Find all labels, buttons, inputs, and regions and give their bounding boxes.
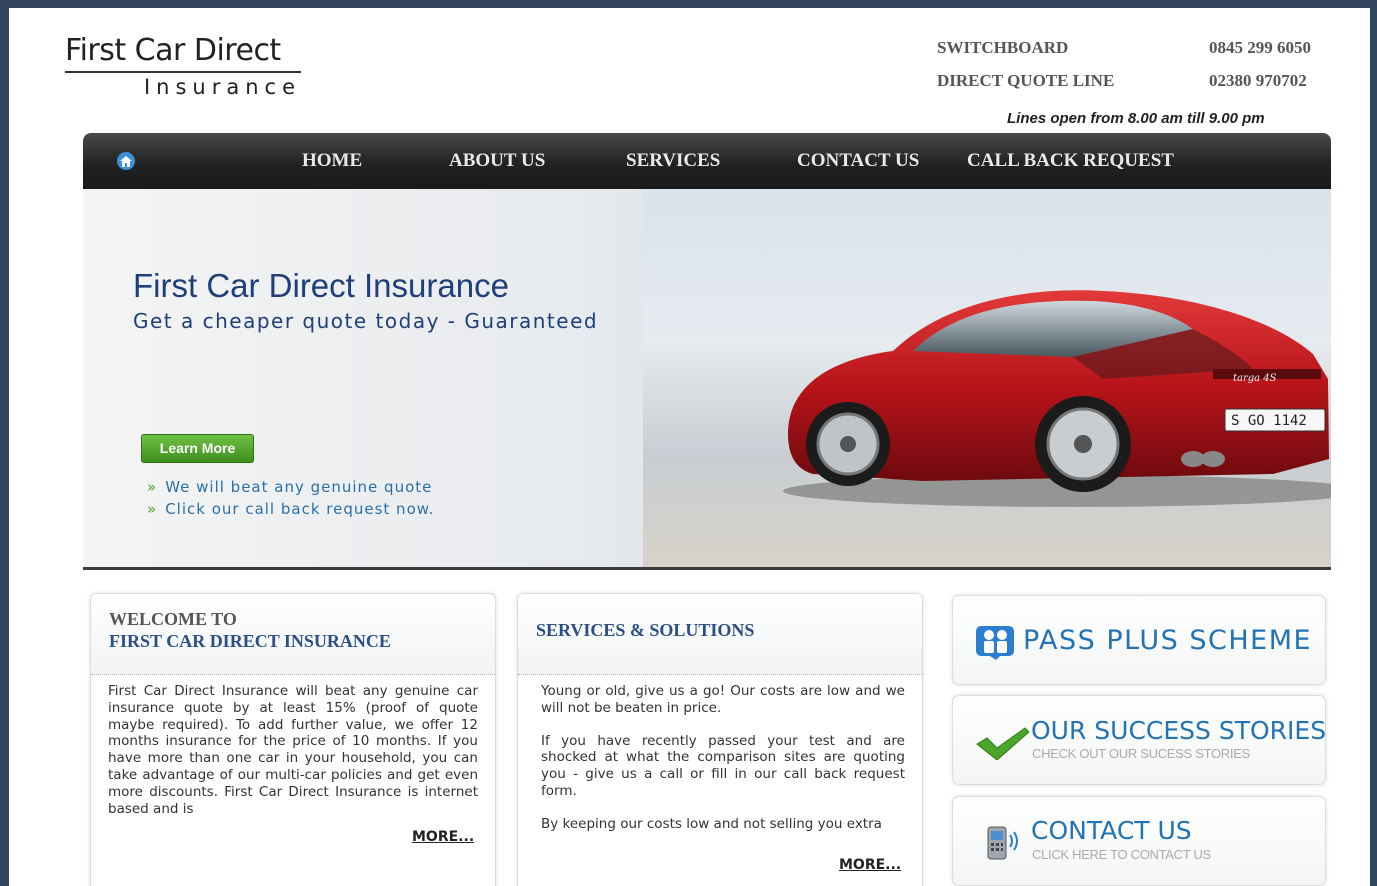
pass-plus-title: PASS PLUS SCHEME (1023, 625, 1313, 656)
site-logo[interactable]: First Car Direct Insurance (65, 34, 301, 99)
opening-hours: Lines open from 8.00 am till 9.00 pm (1007, 110, 1265, 127)
services-more-link[interactable]: MORE... (839, 857, 901, 873)
nav-services[interactable]: SERVICES (626, 150, 720, 172)
home-icon[interactable] (117, 152, 135, 170)
contact-block: SWITCHBOARD 0845 299 6050 DIRECT QUOTE L… (937, 38, 1337, 104)
success-stories-box[interactable]: OUR SUCCESS STORIES CHECK OUT OUR SUCESS… (952, 695, 1326, 785)
learn-more-button[interactable]: Learn More (141, 434, 254, 463)
nav-about-us[interactable]: ABOUT US (449, 150, 545, 172)
hero-banner: First Car Direct Insurance Get a cheaper… (83, 189, 1331, 570)
hero-title: First Car Direct Insurance (133, 267, 509, 304)
people-icon (976, 626, 1014, 660)
welcome-heading-2: FIRST CAR DIRECT INSURANCE (109, 631, 391, 651)
bullet-arrow-icon: » (147, 478, 158, 496)
pass-plus-box[interactable]: PASS PLUS SCHEME (952, 595, 1326, 685)
nav-contact-us[interactable]: CONTACT US (797, 150, 919, 172)
success-stories-subtitle: CHECK OUT OUR SUCESS STORIES (1032, 746, 1250, 761)
welcome-more-link[interactable]: MORE... (412, 829, 474, 845)
welcome-heading-1: WELCOME TO (109, 609, 237, 629)
switchboard-label: SWITCHBOARD (937, 38, 1069, 57)
checkmark-icon (976, 727, 1029, 760)
phone-icon (987, 826, 1018, 860)
services-paragraph: By keeping our costs low and not selling… (541, 815, 882, 832)
welcome-header: WELCOME TO FIRST CAR DIRECT INSURANCE (91, 594, 495, 675)
hero-subtitle: Get a cheaper quote today - Guaranteed (133, 309, 599, 333)
bullet-arrow-icon: » (147, 500, 158, 518)
success-stories-title: OUR SUCCESS STORIES (1031, 716, 1327, 745)
model-badge: targa 4S (1233, 373, 1277, 384)
license-plate: S GO 1142 (1231, 413, 1307, 429)
services-text: Young or old, give us a go! Our costs ar… (541, 683, 905, 833)
hero-bullet[interactable]: » Click our call back request now. (147, 500, 434, 522)
hero-bullet[interactable]: » We will beat any genuine quote (147, 478, 434, 500)
quote-line-label: DIRECT QUOTE LINE (937, 71, 1115, 90)
services-header: SERVICES & SOLUTIONS (518, 594, 922, 675)
contact-us-title: CONTACT US (1031, 816, 1192, 845)
car-image: S GO 1142 targa 4S (783, 290, 1331, 507)
switchboard-number: 0845 299 6050 (1209, 38, 1311, 57)
welcome-box: WELCOME TO FIRST CAR DIRECT INSURANCE Fi… (90, 593, 496, 886)
services-heading: SERVICES & SOLUTIONS (536, 620, 755, 640)
logo-main-text: First Car Direct (65, 34, 301, 73)
page: First Car Direct Insurance SWITCHBOARD 0… (9, 8, 1370, 886)
nav-home[interactable]: HOME (302, 150, 362, 172)
hero-bullets: » We will beat any genuine quote » Click o… (147, 478, 434, 522)
contact-us-subtitle: CLICK HERE TO CONTACT US (1032, 847, 1211, 862)
nav-call-back-request[interactable]: CALL BACK REQUEST (967, 150, 1174, 172)
services-paragraph: If you have recently passed your test an… (541, 732, 905, 799)
contact-row-quote-line: DIRECT QUOTE LINE 02380 970702 (937, 71, 1337, 104)
main-nav: HOME ABOUT US SERVICES CONTACT US CALL B… (83, 133, 1331, 189)
services-paragraph: Young or old, give us a go! Our costs ar… (541, 683, 905, 716)
contact-row-switchboard: SWITCHBOARD 0845 299 6050 (937, 38, 1337, 71)
quote-line-number: 02380 970702 (1209, 71, 1307, 90)
logo-sub-text: Insurance (143, 75, 301, 99)
contact-us-box[interactable]: CONTACT US CLICK HERE TO CONTACT US (952, 796, 1326, 886)
services-box: SERVICES & SOLUTIONS Young or old, give … (517, 593, 923, 886)
welcome-text: First Car Direct Insurance will beat any… (108, 683, 478, 817)
